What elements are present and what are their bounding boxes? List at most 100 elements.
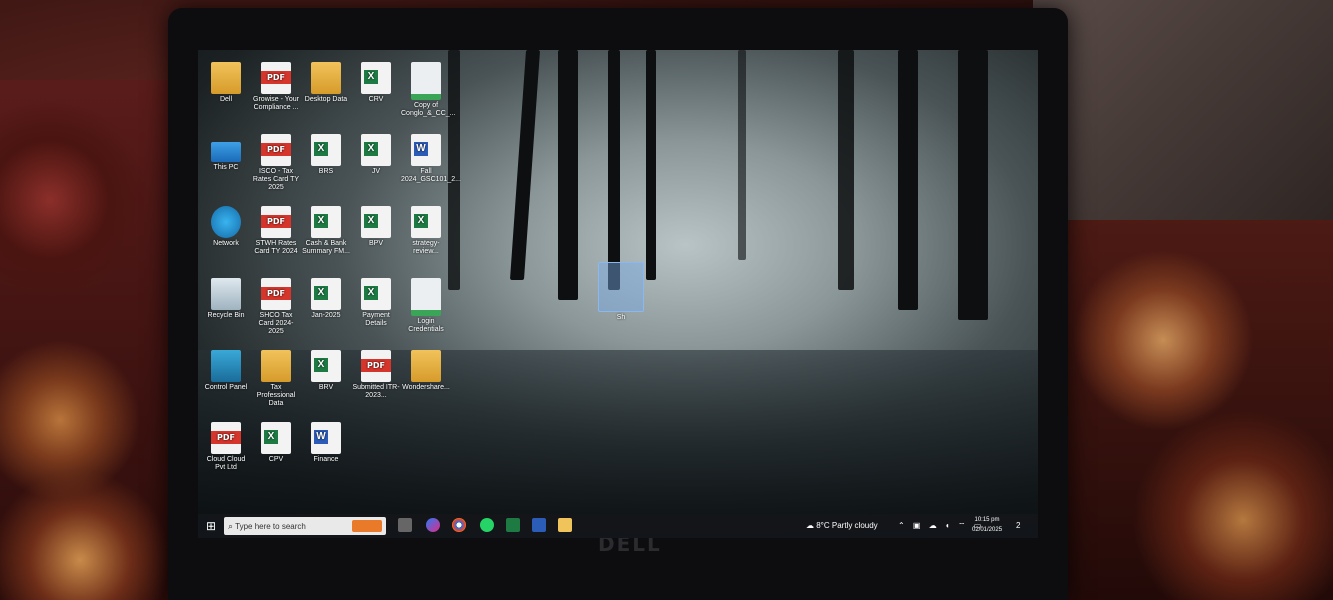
- desktop-icon-label: CRV: [368, 96, 384, 103]
- desktop-icon-excel[interactable]: BPV: [351, 206, 401, 248]
- network-icon: [211, 206, 241, 238]
- taskbar: ⊞ ⌕ Type here to search ☁ 8°C Partly clo…: [198, 514, 1038, 538]
- notification-count: 2: [1016, 521, 1021, 530]
- search-highlight-icon: [352, 520, 382, 532]
- clock[interactable]: 10:15 pm 02/01/2025: [972, 515, 1002, 533]
- desktop-icon-image[interactable]: Login Credentials: [401, 278, 451, 334]
- weather-cloud-icon: ☁: [806, 521, 814, 530]
- pdf-icon: [261, 206, 291, 238]
- desktop-icon-excel[interactable]: JV: [351, 134, 401, 176]
- chrome-icon[interactable]: [452, 518, 466, 532]
- word-taskbar-icon[interactable]: [532, 518, 546, 532]
- pdf-icon: [361, 350, 391, 382]
- desktop-icon-label: Growise - Your Compliance ...: [253, 96, 299, 111]
- desktop-icon-label: Jan-2025: [311, 312, 341, 319]
- control-panel-icon: [211, 350, 241, 382]
- desktop-icon-label: ISCO - Tax Rates Card TY 2025: [252, 168, 300, 191]
- copilot-icon[interactable]: [426, 518, 440, 532]
- pdf-icon: [261, 134, 291, 166]
- desktop-icon-excel[interactable]: Payment Details: [351, 278, 401, 328]
- desktop-icon-image[interactable]: Copy of Conglo_&_CC_...: [401, 62, 455, 118]
- desktop-icon-excel[interactable]: Cash & Bank Summary FM...: [301, 206, 351, 256]
- clock-date: 02/01/2025: [972, 527, 1003, 533]
- desktop-icon-pdf[interactable]: STWH Rates Card TY 2024: [251, 206, 301, 256]
- desktop-icon-control-panel[interactable]: Control Panel: [201, 350, 251, 392]
- desktop-screen: Dell Growise - Your Compliance ... Desktop…: [198, 50, 1038, 538]
- desktop-icon-folder-user[interactable]: Dell: [201, 62, 251, 104]
- windows-start-icon[interactable]: ⊞: [206, 518, 220, 534]
- search-icon: ⌕: [228, 521, 234, 531]
- desktop-icon-label: BPV: [368, 240, 383, 247]
- desktop-icon-label: BRS: [318, 168, 334, 175]
- desktop-icon-label: Cloud Cloud Pvt Ltd: [206, 456, 246, 471]
- desktop-icon-pdf[interactable]: Growise - Your Compliance ...: [251, 62, 301, 112]
- excel-icon: [311, 278, 341, 310]
- desktop-icon-label: JV: [371, 168, 381, 175]
- task-view-icon[interactable]: [398, 518, 412, 532]
- desktop-icon-label: Finance: [313, 456, 339, 463]
- pdf-icon: [261, 62, 291, 94]
- folder-icon: [311, 62, 341, 94]
- desktop-icon-label: BRV: [318, 384, 334, 391]
- desktop-icon-excel[interactable]: CPV: [251, 422, 301, 464]
- word-icon: [411, 134, 441, 166]
- word-icon: [311, 422, 341, 454]
- desktop-icon-folder[interactable]: Tax Professional Data: [251, 350, 301, 408]
- desktop-icon-pdf[interactable]: ISCO - Tax Rates Card TY 2025: [251, 134, 301, 192]
- search-placeholder: Type here to search: [235, 522, 306, 531]
- desktop-icon-word[interactable]: Finance: [301, 422, 351, 464]
- folder-user-icon: [211, 62, 241, 94]
- weather-widget[interactable]: ☁ 8°C Partly cloudy: [806, 518, 878, 534]
- desktop-icon-word[interactable]: Fall 2024_GSC101_2...: [401, 134, 461, 184]
- desktop-icon-pdf[interactable]: Submitted ITR-2023...: [351, 350, 401, 400]
- desktop-icon-label: SHCO Tax Card 2024-2025: [258, 312, 294, 335]
- file-explorer-icon[interactable]: [558, 518, 572, 532]
- desktop-icon-excel[interactable]: BRS: [301, 134, 351, 176]
- search-input[interactable]: ⌕ Type here to search: [224, 517, 386, 535]
- notification-icon[interactable]: 2: [1016, 518, 1020, 534]
- excel-icon: [311, 206, 341, 238]
- whatsapp-icon[interactable]: [480, 518, 494, 532]
- excel-icon: [361, 278, 391, 310]
- excel-icon: [311, 350, 341, 382]
- desktop-icon-label: This PC: [213, 164, 239, 171]
- desktop-icon-folder[interactable]: Wondershare...: [401, 350, 451, 392]
- pdf-icon: [211, 422, 241, 454]
- dragged-file-glyph-icon: [598, 262, 644, 312]
- clock-time: 10:15 pm: [974, 517, 1000, 523]
- desktop-icon-folder[interactable]: Desktop Data: [301, 62, 351, 104]
- dragged-file-icon[interactable]: Sh: [596, 262, 646, 322]
- desktop-icon-label: CPV: [268, 456, 284, 463]
- excel-icon: [311, 134, 341, 166]
- desktop-icon-pc[interactable]: This PC: [201, 134, 251, 172]
- desktop-icon-label: Dell: [219, 96, 233, 103]
- pc-icon: [211, 142, 241, 162]
- desktop-icon-pdf[interactable]: SHCO Tax Card 2024-2025: [251, 278, 301, 336]
- image-icon: [411, 278, 441, 316]
- desktop-icon-label: Copy of Conglo_&_CC_...: [401, 102, 456, 117]
- folder-icon: [261, 350, 291, 382]
- desktop-icon-label: Submitted ITR-2023...: [352, 384, 400, 399]
- excel-icon: [361, 206, 391, 238]
- desktop-icon-excel[interactable]: CRV: [351, 62, 401, 104]
- desktop-icon-excel[interactable]: BRV: [301, 350, 351, 392]
- dragged-file-label: Sh: [616, 314, 626, 321]
- desktop-icon-label: STWH Rates Card TY 2024: [254, 240, 298, 255]
- desktop-icon-excel[interactable]: Jan-2025: [301, 278, 351, 320]
- desktop-icon-label: Login Credentials: [408, 318, 444, 333]
- desktop-icon-excel[interactable]: strategy-review...: [401, 206, 451, 256]
- desktop-icon-label: Control Panel: [204, 384, 248, 391]
- desktop-icon-pdf[interactable]: Cloud Cloud Pvt Ltd: [201, 422, 251, 472]
- background-fabric-right: [1043, 220, 1333, 600]
- desktop-icon-recycle-bin[interactable]: Recycle Bin: [201, 278, 251, 320]
- image-icon: [411, 62, 441, 100]
- excel-taskbar-icon[interactable]: [506, 518, 520, 532]
- folder-icon: [411, 350, 441, 382]
- desktop-icon-network[interactable]: Network: [201, 206, 251, 248]
- desktop-icon-label: strategy-review...: [412, 240, 440, 255]
- desktop-icon-label: Recycle Bin: [207, 312, 245, 319]
- background-fabric-left: [0, 80, 175, 600]
- desktop-icon-label: Payment Details: [362, 312, 390, 327]
- excel-icon: [411, 206, 441, 238]
- excel-icon: [361, 62, 391, 94]
